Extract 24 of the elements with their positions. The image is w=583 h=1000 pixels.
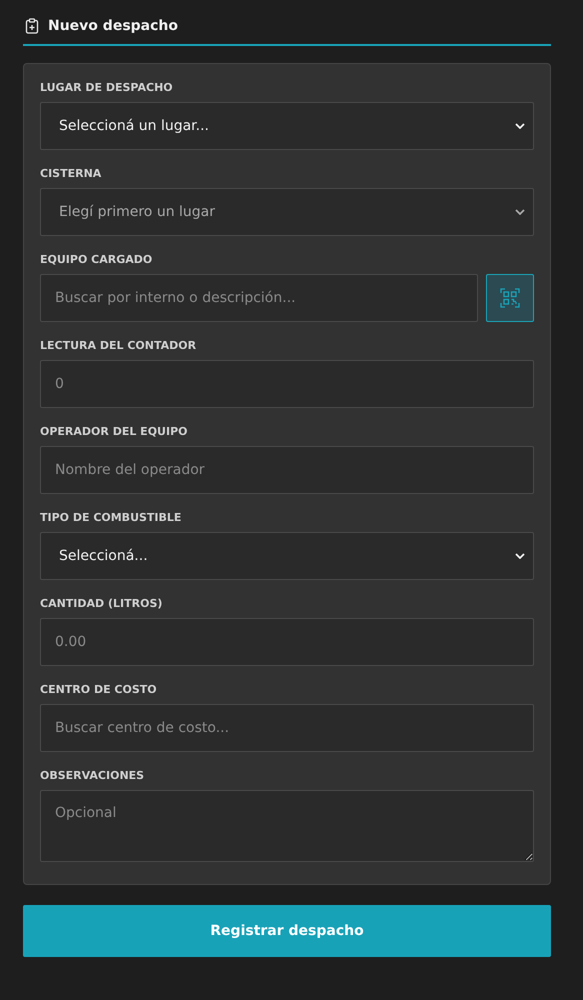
dropdown[interactable]: Seleccioná... xyxy=(40,532,534,580)
field-label: CANTIDAD (LITROS) xyxy=(40,597,164,610)
dropdown[interactable]: Seleccioná un lugar... xyxy=(40,102,534,150)
chevron-down-icon xyxy=(515,553,525,559)
text-field[interactable]: 0 xyxy=(40,360,534,408)
clipboard-plus-icon xyxy=(24,18,40,34)
text-field[interactable]: Buscar centro de costo... xyxy=(40,704,534,752)
qr-code-icon xyxy=(500,288,520,308)
text-field[interactable]: 0.00 xyxy=(40,618,534,666)
field-label: LUGAR DE DESPACHO xyxy=(40,81,174,94)
chevron-down-icon xyxy=(515,209,525,215)
text-field[interactable]: Nombre del operador xyxy=(40,446,534,494)
field-label: CISTERNA xyxy=(40,167,102,180)
field-label: OPERADOR DEL EQUIPO xyxy=(40,425,188,438)
field-label: OBSERVACIONES xyxy=(40,769,146,782)
field-label: LECTURA DEL CONTADOR xyxy=(40,339,198,352)
field-label: EQUIPO CARGADO xyxy=(40,253,154,266)
notes-field[interactable]: Opcional xyxy=(40,790,534,862)
search-field[interactable]: Buscar por interno o descripción... xyxy=(40,274,478,322)
section-title: Nuevo despacho xyxy=(48,18,178,34)
qr-scan-button[interactable] xyxy=(486,274,534,322)
field-label: TIPO DE COMBUSTIBLE xyxy=(40,511,182,524)
chevron-down-icon xyxy=(515,123,525,129)
field-label: CENTRO DE COSTO xyxy=(40,683,158,696)
